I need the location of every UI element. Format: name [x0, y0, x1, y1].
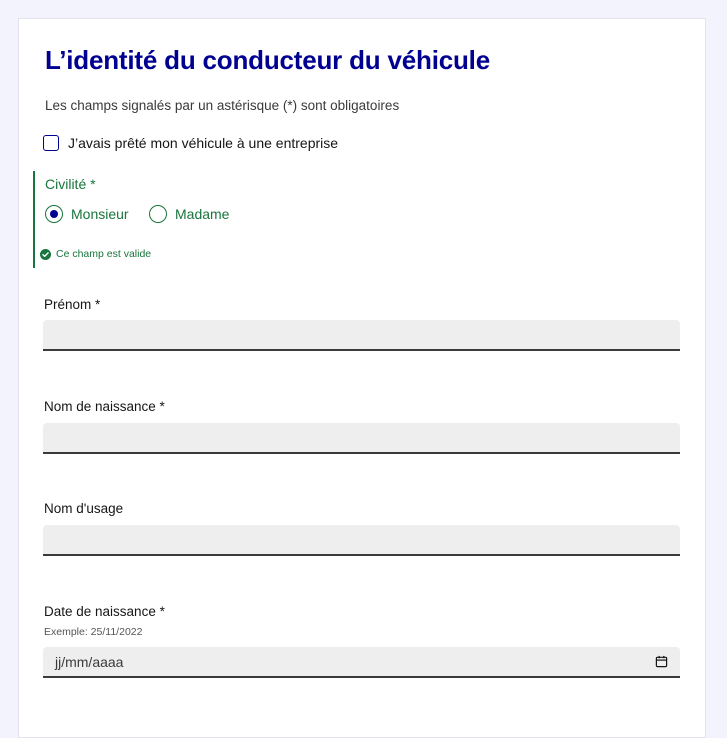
radio-monsieur-circle[interactable]: [45, 205, 63, 223]
company-loan-checkbox-row[interactable]: J’avais prêté mon véhicule à une entrepr…: [43, 135, 338, 151]
usage-name-input[interactable]: [43, 525, 680, 556]
first-name-label: Prénom *: [44, 297, 101, 312]
radio-madame-circle[interactable]: [149, 205, 167, 223]
radio-monsieur[interactable]: Monsieur: [45, 205, 129, 223]
birth-name-input[interactable]: [43, 423, 680, 454]
form-card: L’identité du conducteur du véhicule Les…: [18, 18, 706, 738]
valid-message-text: Ce champ est valide: [56, 248, 152, 260]
mandatory-fields-note: Les champs signalés par un astérisque (*…: [45, 98, 400, 113]
civility-fieldset: Civilité * Monsieur Madame Ce champ est …: [33, 171, 335, 268]
birth-date-placeholder: jj/mm/aaaa: [55, 654, 124, 670]
radio-madame[interactable]: Madame: [149, 205, 229, 223]
radio-madame-label[interactable]: Madame: [175, 206, 229, 222]
page-title: L’identité du conducteur du véhicule: [45, 45, 490, 75]
calendar-icon[interactable]: [655, 655, 668, 668]
check-circle-icon: [40, 248, 51, 260]
usage-name-label: Nom d'usage: [44, 501, 124, 516]
radio-monsieur-label[interactable]: Monsieur: [71, 206, 129, 222]
birth-name-label: Nom de naissance *: [44, 399, 165, 414]
first-name-input[interactable]: [43, 320, 680, 351]
birth-date-input[interactable]: jj/mm/aaaa: [43, 647, 680, 678]
civility-valid-message: Ce champ est valide: [40, 248, 151, 260]
birth-date-hint: Exemple: 25/11/2022: [44, 626, 143, 638]
civility-legend: Civilité *: [45, 176, 96, 192]
company-loan-checkbox[interactable]: [43, 135, 59, 151]
birth-date-label: Date de naissance *: [44, 604, 165, 619]
company-loan-checkbox-label[interactable]: J’avais prêté mon véhicule à une entrepr…: [68, 135, 338, 151]
